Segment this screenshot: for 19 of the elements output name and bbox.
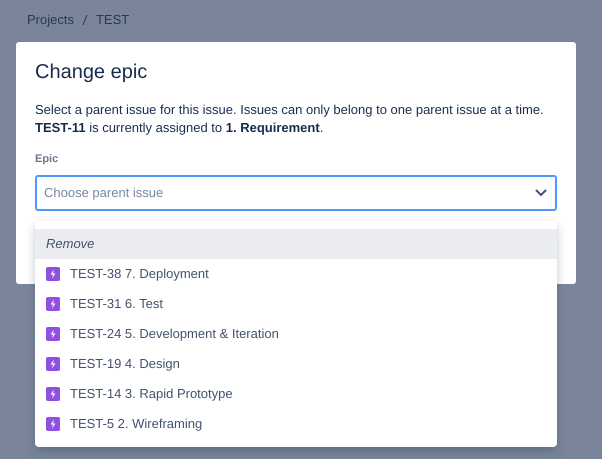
menu-option[interactable]: TEST-14 3. Rapid Prototype [35,379,557,409]
lightning-icon [46,327,60,341]
menu-option[interactable]: TEST-38 7. Deployment [35,259,557,289]
menu-option[interactable]: TEST-31 6. Test [35,289,557,319]
epic-select[interactable]: Choose parent issue [35,174,557,210]
lightning-icon [46,357,60,371]
menu-option[interactable]: Remove [35,229,557,259]
menu-option[interactable]: TEST-19 4. Design [35,349,557,379]
menu-option[interactable]: TEST-5 2. Wireframing [35,409,557,439]
dialog-description: Select a parent issue for this issue. Issues can only belong to one parent issue at a time. TEST-11 is currently assigned to 1. Requirement. [35,101,545,137]
lightning-icon [46,267,60,281]
field-label: Epic [35,152,60,167]
lightning-icon [46,297,60,311]
breadcrumb-separator-icon [82,14,88,26]
lightning-icon [46,417,60,431]
chevron-down-icon [535,188,547,196]
menu-option[interactable]: TEST-24 5. Development & Iteration [35,319,557,349]
dialog-title: Change epic [35,60,148,84]
lightning-icon [46,387,60,401]
